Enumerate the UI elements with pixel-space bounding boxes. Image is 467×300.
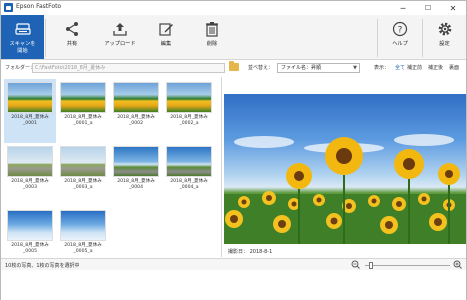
pane-divider[interactable] [221,77,222,257]
help-button-label: ヘルプ [392,41,408,47]
settings-button[interactable]: 設定 [423,15,466,59]
thumbnail-item[interactable]: 2018_8月_夏休み _0004 [110,143,162,207]
thumbnail-caption: 2018_8月_夏休み _0003_a [64,179,102,190]
thumbnail-caption: 2018_8月_夏休み _0004 [117,179,155,190]
help-button[interactable]: ? ヘルプ [379,15,421,59]
upload-icon [112,21,128,37]
filter-option-back[interactable]: 裏面 [449,64,459,71]
shoot-date: 撮影日： 2018-8-1 [228,249,273,255]
chevron-down-icon: ▼ [353,65,357,71]
window-title: Epson FastFoto [16,3,62,10]
filter-option-all[interactable]: 全て [395,64,405,71]
thumbnail-caption: 2018_8月_夏休み _0002_a [170,115,208,126]
trash-icon [204,21,220,37]
zoom-out-icon[interactable] [351,260,360,271]
gear-icon [437,21,453,37]
thumbnail-item[interactable]: 2018_8月_夏休み _0001 [4,79,56,143]
share-button-label: 共有 [66,41,78,47]
photo-thumbnail-image [166,82,212,113]
filter-option-before[interactable]: 補正前 [407,64,422,71]
thumbnail-item[interactable]: 2018_8月_夏休み _0005 [4,207,56,255]
toolbar: スキャンを 開始 共有 アップロード 編集 削除 ? ヘルプ 設定 [1,15,466,60]
thumbnail-caption: 2018_8月_夏休み _0004_a [170,179,208,190]
thumbnail-caption: 2018_8月_夏休み _0003 [11,179,49,190]
status-text: 10枚の写真、1枚の写真を選択中 [5,263,80,269]
share-button[interactable]: 共有 [49,15,95,59]
window-bottom-area [1,271,466,300]
title-bar: Epson FastFoto ─ ☐ ✕ [1,1,466,15]
sort-label: 並べ替え： [248,65,274,71]
thumbnail-grid: 2018_8月_夏休み _0001 2018_8月_夏休み _0001_a 20… [1,77,220,257]
edit-icon [158,21,174,37]
photo-thumbnail-image [166,146,212,177]
zoom-in-icon[interactable] [453,260,462,271]
thumbnail-caption: 2018_8月_夏休み _0001_a [64,115,102,126]
thumbnail-caption: 2018_8月_夏休み _0001 [11,115,49,126]
sort-dropdown-value: ファイル名：昇順 [281,65,322,71]
photo-thumbnail-image [7,210,53,241]
thumbnail-item[interactable]: 2018_8月_夏休み _0001_a [57,79,109,143]
folder-label: フォルダー： [5,65,36,71]
thumbnail-item[interactable]: 2018_8月_夏休み _0005_a [57,207,109,255]
thumbnail-item[interactable]: 2018_8月_夏休み _0002_a [163,79,215,143]
settings-button-label: 設定 [439,41,450,47]
close-button[interactable]: ✕ [441,1,465,15]
svg-text:?: ? [398,26,403,36]
scan-button-label: スキャンを 開始 [9,41,36,54]
thumbnail-item[interactable]: 2018_8月_夏休み _0002 [110,79,162,143]
status-bar: 10枚の写真、1枚の写真を選択中 [1,258,466,270]
sort-dropdown[interactable]: ファイル名：昇順 ▼ [277,63,360,73]
app-logo-icon [4,3,13,12]
sunflower-field-image [224,134,466,244]
delete-button[interactable]: 削除 [189,15,235,59]
scan-button[interactable]: スキャンを 開始 [1,15,44,59]
photo-thumbnail-image [60,146,106,177]
filter-option-after[interactable]: 補正後 [428,64,443,71]
photo-thumbnail-image [60,210,106,241]
edit-button-label: 編集 [160,41,172,47]
toolbar-divider [45,19,46,57]
photo-thumbnail-image [60,82,106,113]
delete-button-label: 削除 [206,41,218,47]
filter-bar: フォルダー： C:\FastFoto\2018_8月_夏休み 並べ替え： ファイ… [1,61,466,75]
help-icon: ? [392,21,408,37]
app-window: Epson FastFoto ─ ☐ ✕ スキャンを 開始 共有 アップロード [0,0,467,300]
toolbar-divider [377,19,378,57]
zoom-slider-handle[interactable] [369,262,374,269]
share-icon [64,21,80,37]
upload-button[interactable]: アップロード [97,15,143,59]
photo-thumbnail-image [113,146,159,177]
thumbnail-caption: 2018_8月_夏休み _0005 [11,243,49,254]
folder-path-field[interactable]: C:\FastFoto\2018_8月_夏休み [32,63,225,73]
upload-button-label: アップロード [104,41,136,47]
photo-thumbnail-image [113,82,159,113]
zoom-slider[interactable] [365,265,450,266]
photo-thumbnail-image [7,146,53,177]
edit-button[interactable]: 編集 [143,15,189,59]
scanner-icon [14,21,31,37]
display-label: 表示： [374,65,390,71]
thumbnail-item[interactable]: 2018_8月_夏休み _0003_a [57,143,109,207]
photo-thumbnail-image [7,82,53,113]
thumbnail-caption: 2018_8月_夏休み _0002 [117,115,155,126]
thumbnail-caption: 2018_8月_夏休み _0005_a [64,243,102,254]
folder-browse-icon[interactable] [229,61,239,71]
photo-preview [224,94,466,244]
maximize-button[interactable]: ☐ [416,1,440,15]
thumbnail-item[interactable]: 2018_8月_夏休み _0003 [4,143,56,207]
thumbnail-item[interactable]: 2018_8月_夏休み _0004_a [163,143,215,207]
minimize-button[interactable]: ─ [391,1,415,15]
